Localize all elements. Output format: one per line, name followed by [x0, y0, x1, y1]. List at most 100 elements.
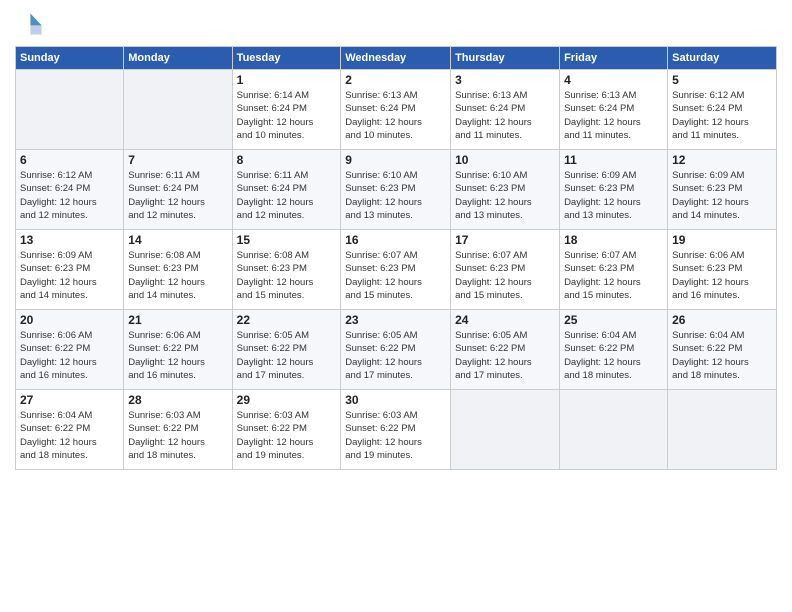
day-number: 27 — [20, 393, 119, 407]
day-info: Sunrise: 6:06 AM Sunset: 6:23 PM Dayligh… — [672, 249, 772, 302]
day-number: 17 — [455, 233, 555, 247]
weekday-header: Tuesday — [232, 47, 341, 70]
day-number: 4 — [564, 73, 663, 87]
day-number: 11 — [564, 153, 663, 167]
calendar-cell: 14 Sunrise: 6:08 AM Sunset: 6:23 PM Dayli… — [124, 230, 232, 310]
calendar-cell: 8 Sunrise: 6:11 AM Sunset: 6:24 PM Daylig… — [232, 150, 341, 230]
calendar-cell: 4 Sunrise: 6:13 AM Sunset: 6:24 PM Daylig… — [560, 70, 668, 150]
calendar-cell: 12Sunrise: 6:09 AM Sunset: 6:23 PM Dayli… — [668, 150, 777, 230]
calendar-week-row: 1 Sunrise: 6:14 AM Sunset: 6:24 PM Daylig… — [16, 70, 777, 150]
day-number: 24 — [455, 313, 555, 327]
day-number: 5 — [672, 73, 772, 87]
day-info: Sunrise: 6:12 AM Sunset: 6:24 PM Dayligh… — [20, 169, 119, 222]
calendar-cell — [16, 70, 124, 150]
calendar-cell: 27 Sunrise: 6:04 AM Sunset: 6:22 PM Dayli… — [16, 390, 124, 470]
day-info: Sunrise: 6:05 AM Sunset: 6:22 PM Dayligh… — [237, 329, 337, 382]
header — [15, 10, 777, 38]
day-info: Sunrise: 6:04 AM Sunset: 6:22 PM Dayligh… — [564, 329, 663, 382]
day-info: Sunrise: 6:13 AM Sunset: 6:24 PM Dayligh… — [455, 89, 555, 142]
day-info: Sunrise: 6:10 AM Sunset: 6:23 PM Dayligh… — [455, 169, 555, 222]
calendar-cell: 21 Sunrise: 6:06 AM Sunset: 6:22 PM Dayli… — [124, 310, 232, 390]
day-number: 13 — [20, 233, 119, 247]
day-number: 9 — [345, 153, 446, 167]
day-info: Sunrise: 6:04 AM Sunset: 6:22 PM Dayligh… — [672, 329, 772, 382]
calendar-cell: 22 Sunrise: 6:05 AM Sunset: 6:22 PM Dayli… — [232, 310, 341, 390]
day-info: Sunrise: 6:07 AM Sunset: 6:23 PM Dayligh… — [455, 249, 555, 302]
day-number: 21 — [128, 313, 227, 327]
weekday-header: Saturday — [668, 47, 777, 70]
day-info: Sunrise: 6:08 AM Sunset: 6:23 PM Dayligh… — [237, 249, 337, 302]
day-info: Sunrise: 6:07 AM Sunset: 6:23 PM Dayligh… — [564, 249, 663, 302]
day-number: 30 — [345, 393, 446, 407]
calendar-cell: 26 Sunrise: 6:04 AM Sunset: 6:22 PM Dayli… — [668, 310, 777, 390]
day-number: 18 — [564, 233, 663, 247]
calendar-cell: 23 Sunrise: 6:05 AM Sunset: 6:22 PM Dayli… — [341, 310, 451, 390]
day-number: 3 — [455, 73, 555, 87]
day-number: 23 — [345, 313, 446, 327]
day-number: 28 — [128, 393, 227, 407]
logo-icon — [15, 10, 43, 38]
day-info: Sunrise: 6:05 AM Sunset: 6:22 PM Dayligh… — [345, 329, 446, 382]
calendar-cell: 17 Sunrise: 6:07 AM Sunset: 6:23 PM Dayli… — [451, 230, 560, 310]
calendar-cell: 28 Sunrise: 6:03 AM Sunset: 6:22 PM Dayli… — [124, 390, 232, 470]
calendar-header-row: SundayMondayTuesdayWednesdayThursdayFrid… — [16, 47, 777, 70]
day-info: Sunrise: 6:07 AM Sunset: 6:23 PM Dayligh… — [345, 249, 446, 302]
calendar-cell: 1 Sunrise: 6:14 AM Sunset: 6:24 PM Daylig… — [232, 70, 341, 150]
weekday-header: Thursday — [451, 47, 560, 70]
calendar-cell — [668, 390, 777, 470]
logo — [15, 10, 47, 38]
calendar-cell — [451, 390, 560, 470]
calendar-week-row: 13 Sunrise: 6:09 AM Sunset: 6:23 PM Dayli… — [16, 230, 777, 310]
day-number: 14 — [128, 233, 227, 247]
page: SundayMondayTuesdayWednesdayThursdayFrid… — [0, 0, 792, 612]
day-info: Sunrise: 6:09 AM Sunset: 6:23 PM Dayligh… — [564, 169, 663, 222]
day-info: Sunrise: 6:11 AM Sunset: 6:24 PM Dayligh… — [237, 169, 337, 222]
calendar-cell: 6Sunrise: 6:12 AM Sunset: 6:24 PM Daylig… — [16, 150, 124, 230]
day-info: Sunrise: 6:13 AM Sunset: 6:24 PM Dayligh… — [564, 89, 663, 142]
day-number: 15 — [237, 233, 337, 247]
day-number: 1 — [237, 73, 337, 87]
calendar-cell: 5Sunrise: 6:12 AM Sunset: 6:24 PM Daylig… — [668, 70, 777, 150]
day-info: Sunrise: 6:04 AM Sunset: 6:22 PM Dayligh… — [20, 409, 119, 462]
day-info: Sunrise: 6:13 AM Sunset: 6:24 PM Dayligh… — [345, 89, 446, 142]
calendar-cell — [124, 70, 232, 150]
day-info: Sunrise: 6:06 AM Sunset: 6:22 PM Dayligh… — [20, 329, 119, 382]
calendar-cell: 7Sunrise: 6:11 AM Sunset: 6:24 PM Daylig… — [124, 150, 232, 230]
day-info: Sunrise: 6:14 AM Sunset: 6:24 PM Dayligh… — [237, 89, 337, 142]
day-number: 26 — [672, 313, 772, 327]
calendar-cell: 15 Sunrise: 6:08 AM Sunset: 6:23 PM Dayli… — [232, 230, 341, 310]
day-number: 12 — [672, 153, 772, 167]
day-info: Sunrise: 6:10 AM Sunset: 6:23 PM Dayligh… — [345, 169, 446, 222]
day-info: Sunrise: 6:09 AM Sunset: 6:23 PM Dayligh… — [20, 249, 119, 302]
calendar-cell: 20 Sunrise: 6:06 AM Sunset: 6:22 PM Dayli… — [16, 310, 124, 390]
calendar-cell: 30Sunrise: 6:03 AM Sunset: 6:22 PM Dayli… — [341, 390, 451, 470]
calendar-cell: 3 Sunrise: 6:13 AM Sunset: 6:24 PM Daylig… — [451, 70, 560, 150]
day-number: 16 — [345, 233, 446, 247]
day-info: Sunrise: 6:06 AM Sunset: 6:22 PM Dayligh… — [128, 329, 227, 382]
day-number: 2 — [345, 73, 446, 87]
day-info: Sunrise: 6:08 AM Sunset: 6:23 PM Dayligh… — [128, 249, 227, 302]
day-number: 10 — [455, 153, 555, 167]
calendar-week-row: 6Sunrise: 6:12 AM Sunset: 6:24 PM Daylig… — [16, 150, 777, 230]
calendar-cell: 2 Sunrise: 6:13 AM Sunset: 6:24 PM Daylig… — [341, 70, 451, 150]
weekday-header: Sunday — [16, 47, 124, 70]
weekday-header: Friday — [560, 47, 668, 70]
day-number: 8 — [237, 153, 337, 167]
calendar-cell: 9 Sunrise: 6:10 AM Sunset: 6:23 PM Daylig… — [341, 150, 451, 230]
calendar-cell: 25Sunrise: 6:04 AM Sunset: 6:22 PM Dayli… — [560, 310, 668, 390]
calendar-cell — [560, 390, 668, 470]
calendar-cell: 16 Sunrise: 6:07 AM Sunset: 6:23 PM Dayli… — [341, 230, 451, 310]
calendar-cell: 18 Sunrise: 6:07 AM Sunset: 6:23 PM Dayli… — [560, 230, 668, 310]
weekday-header: Wednesday — [341, 47, 451, 70]
calendar-cell: 29Sunrise: 6:03 AM Sunset: 6:22 PM Dayli… — [232, 390, 341, 470]
day-number: 20 — [20, 313, 119, 327]
calendar-cell: 24 Sunrise: 6:05 AM Sunset: 6:22 PM Dayli… — [451, 310, 560, 390]
day-info: Sunrise: 6:03 AM Sunset: 6:22 PM Dayligh… — [128, 409, 227, 462]
day-number: 22 — [237, 313, 337, 327]
weekday-header: Monday — [124, 47, 232, 70]
day-info: Sunrise: 6:05 AM Sunset: 6:22 PM Dayligh… — [455, 329, 555, 382]
calendar-cell: 10 Sunrise: 6:10 AM Sunset: 6:23 PM Dayli… — [451, 150, 560, 230]
calendar-cell: 11 Sunrise: 6:09 AM Sunset: 6:23 PM Dayli… — [560, 150, 668, 230]
day-number: 19 — [672, 233, 772, 247]
day-number: 29 — [237, 393, 337, 407]
